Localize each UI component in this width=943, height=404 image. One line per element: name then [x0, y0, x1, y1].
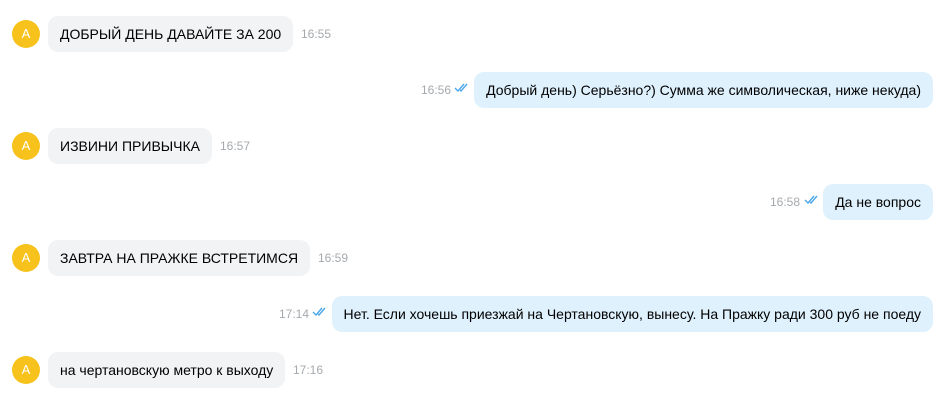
message-time: 16:59 — [318, 251, 349, 265]
message-bubble[interactable]: Да не вопрос — [823, 184, 933, 220]
message-row-outgoing: 17:14 Нет. Если хочешь приезжай на Черта… — [0, 294, 943, 334]
message-time: 16:58 — [769, 195, 800, 209]
double-check-icon — [312, 307, 326, 317]
message-time: 17:16 — [293, 363, 324, 377]
message-time: 16:56 — [420, 83, 451, 97]
double-check-icon — [454, 83, 468, 93]
avatar[interactable]: A — [12, 356, 40, 384]
avatar[interactable]: A — [12, 132, 40, 160]
message-row-outgoing: 16:58 Да не вопрос — [0, 182, 943, 222]
message-time: 17:14 — [278, 307, 309, 321]
message-row-incoming: A на чертановскую метро к выходу 17:16 — [0, 350, 943, 390]
message-time: 16:57 — [220, 139, 251, 153]
message-row-incoming: A ДОБРЫЙ ДЕНЬ ДАВАЙТЕ ЗА 200 16:55 — [0, 14, 943, 54]
message-bubble[interactable]: ИЗВИНИ ПРИВЫЧКА — [48, 128, 212, 164]
message-bubble[interactable]: Добрый день) Серьёзно?) Сумма же символи… — [474, 72, 933, 108]
message-row-outgoing: 16:56 Добрый день) Серьёзно?) Сумма же с… — [0, 70, 943, 110]
message-bubble[interactable]: Нет. Если хочешь приезжай на Чертановску… — [331, 296, 933, 332]
message-bubble[interactable]: ЗАВТРА НА ПРАЖКЕ ВСТРЕТИМСЯ — [48, 240, 311, 276]
avatar[interactable]: A — [12, 244, 40, 272]
message-bubble[interactable]: на чертановскую метро к выходу — [48, 352, 286, 388]
message-time: 16:55 — [301, 27, 332, 41]
message-bubble[interactable]: ДОБРЫЙ ДЕНЬ ДАВАЙТЕ ЗА 200 — [48, 16, 294, 52]
message-row-incoming: A ЗАВТРА НА ПРАЖКЕ ВСТРЕТИМСЯ 16:59 — [0, 238, 943, 278]
avatar[interactable]: A — [12, 20, 40, 48]
double-check-icon — [804, 195, 818, 205]
message-row-incoming: A ИЗВИНИ ПРИВЫЧКА 16:57 — [0, 126, 943, 166]
